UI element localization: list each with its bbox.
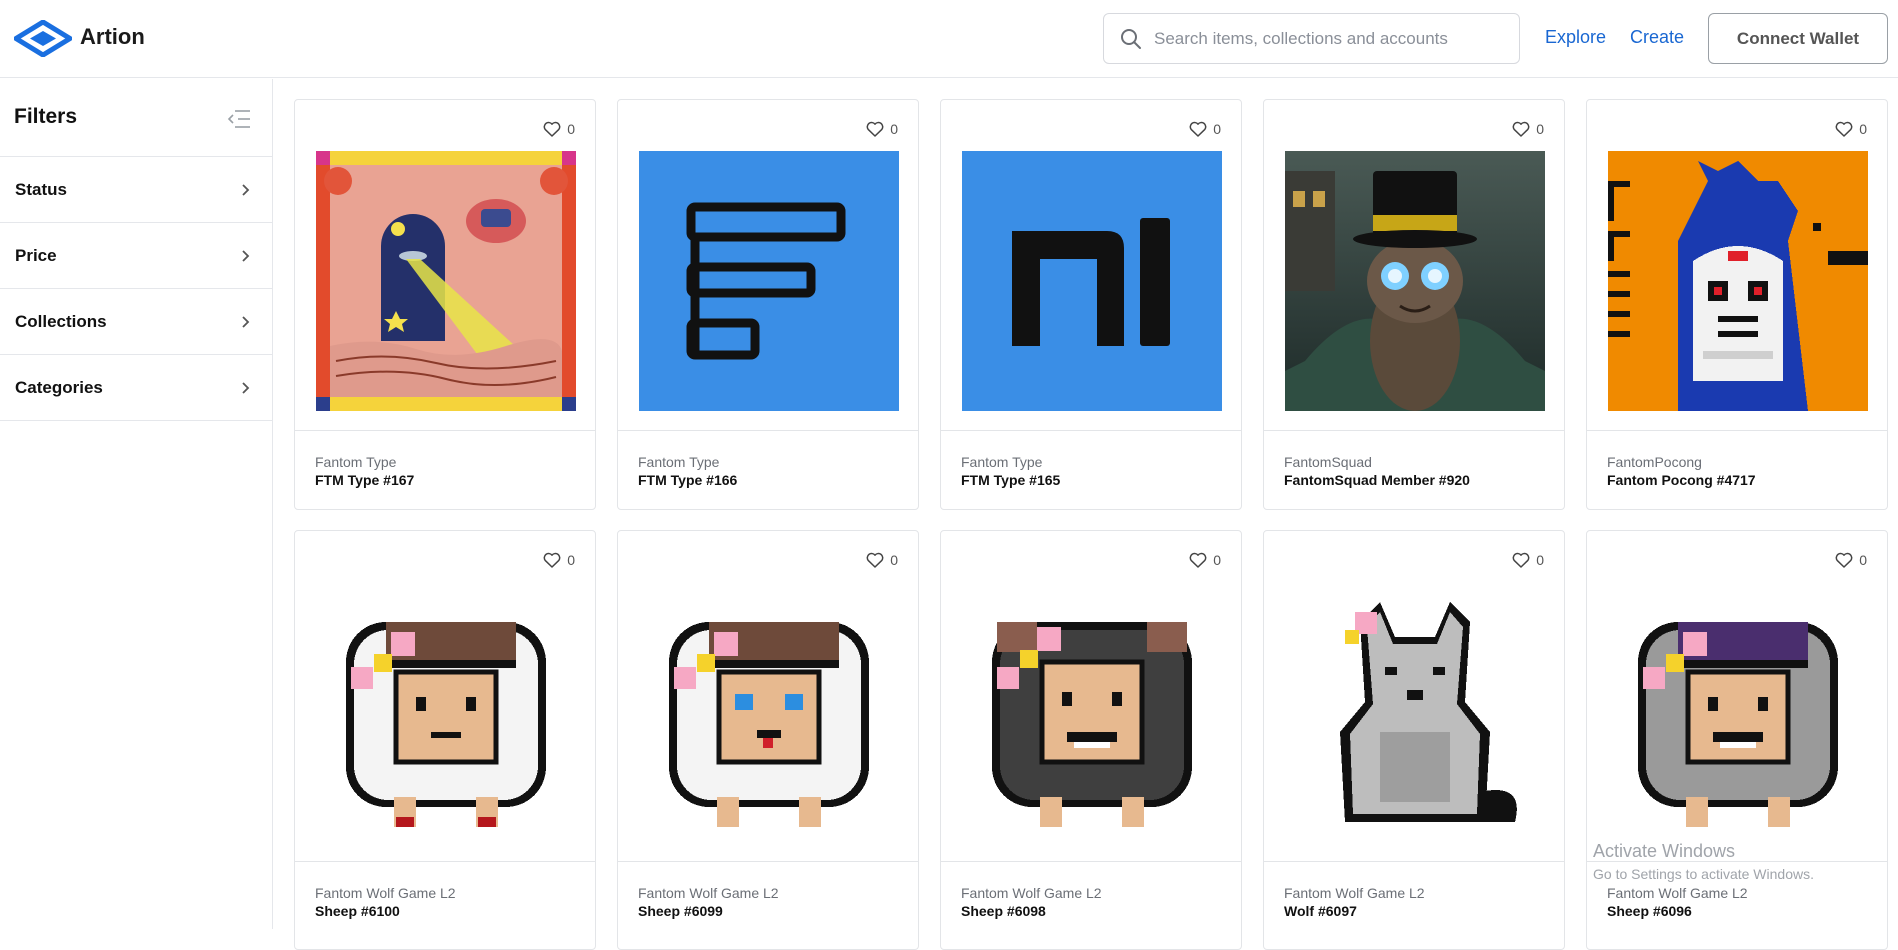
heart-icon[interactable]	[1835, 552, 1853, 568]
filter-price[interactable]: Price	[0, 223, 272, 289]
like-count: 0	[1536, 552, 1544, 568]
collection-name[interactable]: Fantom Wolf Game L2	[1284, 885, 1425, 901]
nft-artwork-wolf-grey[interactable]	[1285, 582, 1545, 842]
like-count: 0	[567, 121, 575, 137]
heart-icon[interactable]	[1189, 121, 1207, 137]
nft-artwork-glyph-n[interactable]	[962, 151, 1222, 411]
collapse-sidebar-icon[interactable]	[226, 108, 252, 130]
collection-name[interactable]: Fantom Wolf Game L2	[961, 885, 1102, 901]
filter-label: Categories	[15, 378, 103, 397]
like-count: 0	[1859, 552, 1867, 568]
like-counter[interactable]: 0	[1512, 120, 1544, 138]
nft-card[interactable]: 0 Fantom Type FTM Type #165	[940, 99, 1242, 510]
heart-icon[interactable]	[866, 121, 884, 137]
top-header: Artion Explore Create Connect Wallet	[0, 0, 1898, 78]
chevron-right-icon	[242, 184, 250, 196]
nft-card[interactable]: 0 Fantom Wolf Game L2 Sheep #6099	[617, 530, 919, 950]
chevron-right-icon	[242, 316, 250, 328]
heart-icon[interactable]	[866, 552, 884, 568]
filters-header: Filters	[0, 79, 272, 157]
heart-icon[interactable]	[1189, 552, 1207, 568]
nft-card[interactable]: 0 Fantom Type FTM Type #167	[294, 99, 596, 510]
nft-artwork-sheep-brown-hat[interactable]	[316, 582, 576, 842]
search-box[interactable]	[1103, 13, 1520, 64]
like-counter[interactable]: 0	[1835, 120, 1867, 138]
item-name[interactable]: Sheep #6096	[1607, 903, 1692, 919]
collection-name[interactable]: FantomSquad	[1284, 454, 1372, 470]
heart-icon[interactable]	[1835, 121, 1853, 137]
like-count: 0	[567, 552, 575, 568]
item-name[interactable]: Sheep #6098	[961, 903, 1046, 919]
filter-collections[interactable]: Collections	[0, 289, 272, 355]
like-count: 0	[1213, 121, 1221, 137]
nft-artwork-arch-ufo[interactable]	[316, 151, 576, 411]
nft-card[interactable]: 0 Fantom Wolf Game L2 Sheep #6098	[940, 530, 1242, 950]
item-name[interactable]: FTM Type #166	[638, 472, 737, 488]
connect-wallet-button[interactable]: Connect Wallet	[1708, 13, 1888, 64]
like-counter[interactable]: 0	[866, 551, 898, 569]
nft-card[interactable]: 0 FantomPocong Fantom Pocong #4717	[1586, 99, 1888, 510]
heart-icon[interactable]	[543, 552, 561, 568]
nav-explore-link[interactable]: Explore	[1545, 27, 1606, 48]
nft-card[interactable]: 0 FantomSquad FantomSquad Member #920	[1263, 99, 1565, 510]
search-icon	[1121, 29, 1141, 49]
like-counter[interactable]: 0	[1189, 551, 1221, 569]
item-name[interactable]: Sheep #6099	[638, 903, 723, 919]
item-name[interactable]: FantomSquad Member #920	[1284, 472, 1470, 488]
collection-name[interactable]: FantomPocong	[1607, 454, 1702, 470]
like-count: 0	[890, 121, 898, 137]
nft-card[interactable]: 0 Fantom Wolf Game L2 Sheep #6100	[294, 530, 596, 950]
item-name[interactable]: Sheep #6100	[315, 903, 400, 919]
nft-artwork-glyph-f[interactable]	[639, 151, 899, 411]
item-name[interactable]: FTM Type #167	[315, 472, 414, 488]
filters-title: Filters	[14, 105, 78, 128]
item-name[interactable]: Wolf #6097	[1284, 903, 1357, 919]
nft-artwork-pocong-prison[interactable]	[1608, 151, 1868, 411]
heart-icon[interactable]	[543, 121, 561, 137]
collection-name[interactable]: Fantom Type	[315, 454, 396, 470]
like-count: 0	[890, 552, 898, 568]
nft-card[interactable]: 0 Fantom Type FTM Type #166	[617, 99, 919, 510]
like-counter[interactable]: 0	[1189, 120, 1221, 138]
collection-name[interactable]: Fantom Type	[961, 454, 1042, 470]
collection-name[interactable]: Fantom Wolf Game L2	[1607, 885, 1748, 901]
like-counter[interactable]: 0	[1835, 551, 1867, 569]
like-counter[interactable]: 0	[543, 551, 575, 569]
like-count: 0	[1536, 121, 1544, 137]
nft-artwork-sheep-black[interactable]	[962, 582, 1222, 842]
filter-status[interactable]: Status	[0, 157, 272, 223]
like-count: 0	[1213, 552, 1221, 568]
activate-windows-subtitle: Go to Settings to activate Windows.	[1593, 866, 1814, 882]
nft-card[interactable]: 0 Fantom Wolf Game L2 Sheep #6096	[1586, 530, 1888, 950]
filter-categories[interactable]: Categories	[0, 355, 272, 421]
chevron-right-icon	[242, 250, 250, 262]
nft-artwork-bat-tophat[interactable]	[1285, 151, 1545, 411]
collection-name[interactable]: Fantom Wolf Game L2	[638, 885, 779, 901]
nft-artwork-sheep-purple-hat[interactable]	[1608, 582, 1868, 842]
chevron-right-icon	[242, 382, 250, 394]
item-name[interactable]: FTM Type #165	[961, 472, 1060, 488]
activate-windows-title: Activate Windows	[1593, 841, 1736, 861]
heart-icon[interactable]	[1512, 552, 1530, 568]
filter-label: Price	[15, 246, 57, 265]
brand-name[interactable]: Artion	[80, 24, 145, 50]
like-counter[interactable]: 0	[543, 120, 575, 138]
nft-artwork-sheep-blue-eyes[interactable]	[639, 582, 899, 842]
heart-icon[interactable]	[1512, 121, 1530, 137]
nav-create-link[interactable]: Create	[1630, 27, 1684, 48]
artion-logo-icon[interactable]	[14, 20, 72, 57]
search-input[interactable]	[1154, 26, 1504, 52]
item-name[interactable]: Fantom Pocong #4717	[1607, 472, 1756, 488]
filter-label: Collections	[15, 312, 107, 331]
nft-card[interactable]: 0 Fantom Wolf Game L2 Wolf #6097	[1263, 530, 1565, 950]
collection-name[interactable]: Fantom Type	[638, 454, 719, 470]
filter-label: Status	[15, 180, 67, 199]
like-counter[interactable]: 0	[866, 120, 898, 138]
like-counter[interactable]: 0	[1512, 551, 1544, 569]
filters-sidebar: Filters Status Price Collections Categor…	[0, 79, 273, 929]
collection-name[interactable]: Fantom Wolf Game L2	[315, 885, 456, 901]
like-count: 0	[1859, 121, 1867, 137]
